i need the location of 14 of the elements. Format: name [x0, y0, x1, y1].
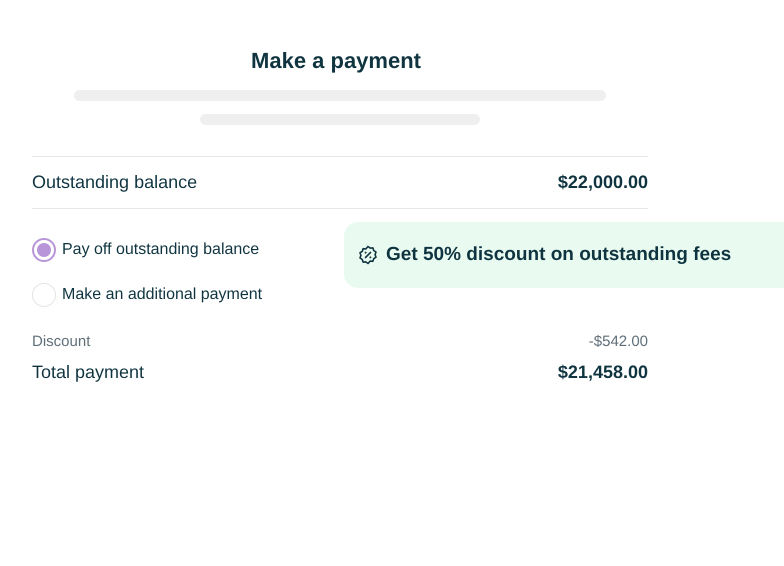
balance-label: Outstanding balance: [32, 172, 198, 193]
page-title: Make a payment: [250, 48, 422, 74]
promo-text: Get 50% discount on outstanding fees: [386, 244, 732, 266]
option-label: Pay off outstanding balance: [62, 241, 260, 259]
total-amount: $21,458.00: [558, 362, 648, 383]
discount-amount: -$542.00: [588, 333, 648, 350]
radio-option[interactable]: Make an additional payment: [32, 283, 262, 307]
discount-label: Discount: [32, 333, 90, 350]
radio-option[interactable]: Pay off outstanding balance: [32, 238, 260, 262]
discount-icon: [358, 245, 378, 265]
balance-amount: $22,000.00: [558, 172, 648, 193]
total-label: Total payment: [32, 362, 144, 383]
option-label: Make an additional payment: [62, 286, 262, 304]
radio-button[interactable]: [32, 238, 56, 262]
